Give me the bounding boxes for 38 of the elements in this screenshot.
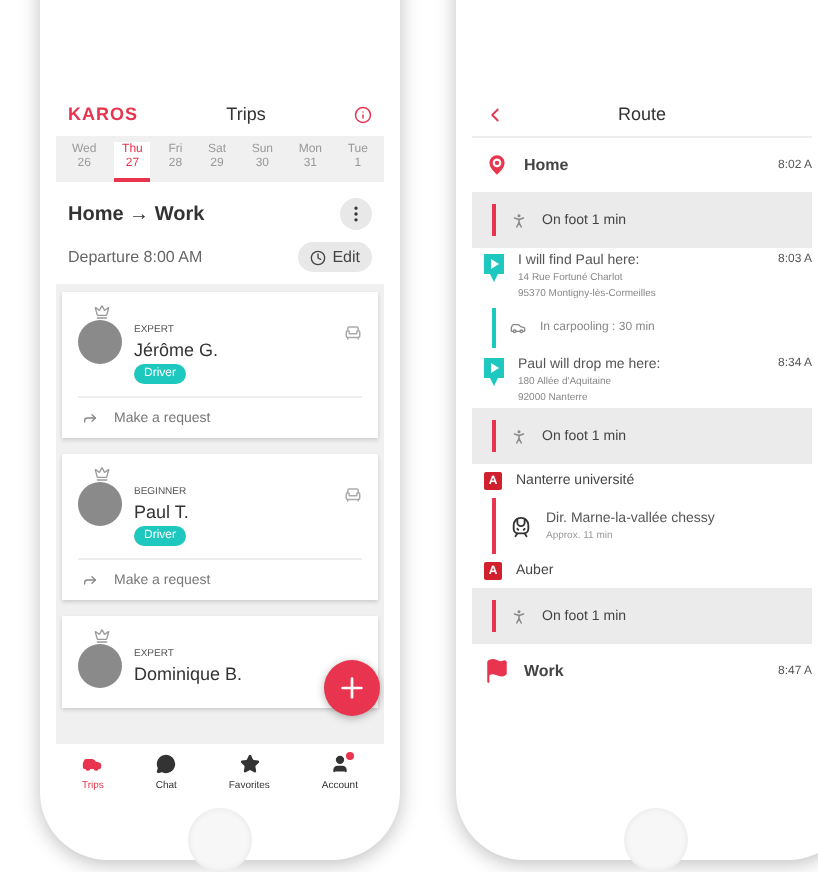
crown-icon (94, 304, 110, 320)
edit-button[interactable]: Edit (298, 242, 372, 272)
trip-title: Home → Work (68, 203, 205, 225)
flag-icon (484, 658, 510, 684)
walking-icon (510, 607, 528, 625)
share-arrow-icon (82, 410, 98, 426)
person-icon (329, 754, 350, 774)
place-name: Work (524, 662, 564, 680)
stop-marker-icon (484, 254, 504, 282)
driver-name: Paul T. (134, 502, 191, 522)
screen-title: Trips (226, 104, 266, 124)
info-icon[interactable] (354, 105, 372, 123)
walking-icon (510, 211, 528, 229)
seat-icon (344, 486, 362, 504)
crown-icon (94, 466, 110, 482)
share-arrow-icon (82, 572, 98, 588)
plus-icon (336, 672, 368, 704)
avatar (78, 320, 122, 364)
place-name: Home (524, 156, 569, 174)
clock-icon (310, 249, 327, 265)
crown-icon (94, 628, 110, 644)
driver-name: Jérôme G. (134, 340, 221, 360)
chat-bubble-icon (156, 754, 177, 774)
avatar (78, 482, 122, 526)
seat-icon (344, 324, 362, 342)
train-icon (510, 515, 532, 537)
screen-title: Route (617, 104, 667, 124)
avatar (78, 644, 122, 688)
pin-icon (484, 152, 510, 178)
brand-logo: KAROS (68, 104, 139, 124)
walking-icon (510, 427, 528, 445)
car-icon (510, 320, 526, 336)
star-icon (239, 754, 260, 774)
driver-name: Dominique B. (134, 664, 245, 684)
stop-marker-icon (484, 358, 504, 386)
departure-time: Departure 8:00 AM (68, 248, 203, 266)
more-button[interactable] (340, 198, 372, 230)
car-icon (82, 754, 103, 774)
